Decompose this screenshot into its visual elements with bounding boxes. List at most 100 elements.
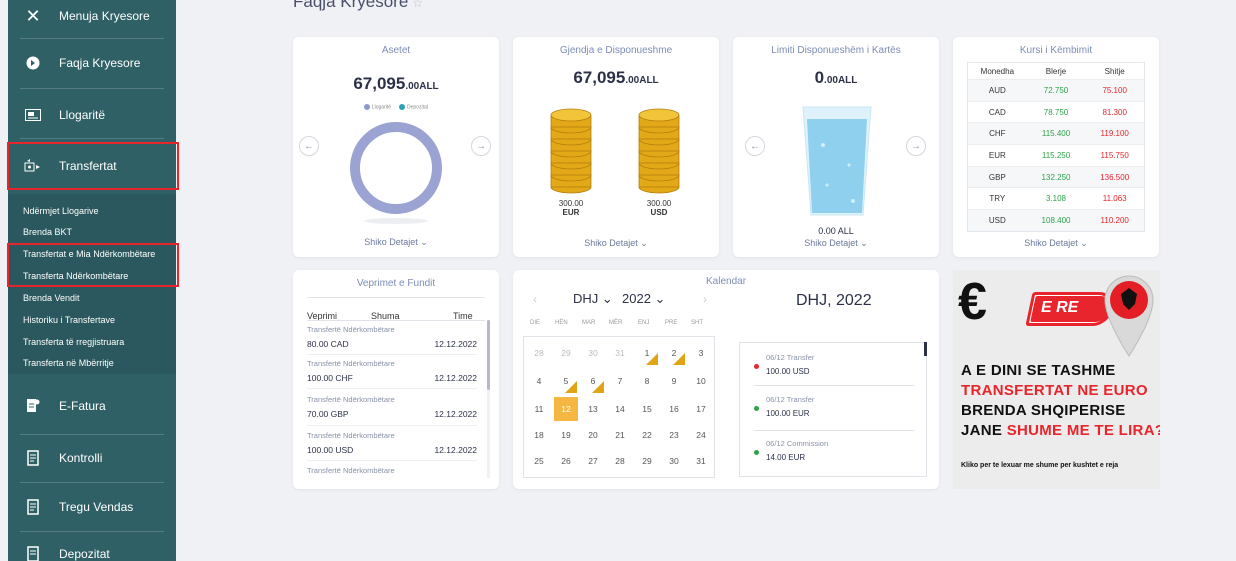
calendar-day[interactable]: 23 [662,423,686,447]
amount-currency: ALL [419,81,439,92]
list-item[interactable]: Transfertë Ndërkombëtare 100.00 CHF 12.12… [307,359,477,383]
calendar-day[interactable]: 29 [635,449,659,473]
submenu-item[interactable]: Brenda Vendit [23,293,80,303]
prev-month-icon[interactable]: ‹ [533,292,537,306]
next-arrow-button[interactable]: → [906,136,926,156]
chevron-down-icon: ⌄ [654,291,666,306]
calendar-day[interactable]: 22 [635,423,659,447]
exchange-rates-card: Kursi i Këmbimit Monedha Blerje Shitje A… [953,37,1159,257]
table-row: CAD 78.750 81.300 [968,100,1144,123]
calendar-day[interactable]: 9 [662,369,686,393]
calendar-day[interactable]: 3 [689,341,713,365]
sidebar-item-label: Kontrolli [59,451,103,465]
tx-amount: 100.00 USD [307,445,354,455]
coin-stack-icon [638,108,680,194]
calendar-day[interactable]: 13 [581,397,605,421]
sidebar-item-home[interactable]: Faqja Kryesore [8,50,176,76]
coin-eur: 300.00 EUR [531,199,611,217]
submenu-item[interactable]: Ndërmjet Llogarive [23,206,99,216]
calendar-day[interactable]: 4 [527,369,551,393]
promo-banner[interactable]: € E RE A E DINI SE TASHME TRANSFERTAT NE… [953,270,1160,489]
month-value: DHJ [573,291,599,306]
calendar-day[interactable]: 31 [608,341,632,365]
calendar-day[interactable]: 15 [635,397,659,421]
list-item[interactable]: Transfertë Ndërkombëtare [307,466,477,475]
calendar-day[interactable]: 14 [608,397,632,421]
submenu-item[interactable]: Transferta të rregjistruara [23,337,124,347]
weekday-label: MËR [609,320,623,326]
legend-label: Llogaritë [371,104,392,111]
calendar-day[interactable]: 30 [662,449,686,473]
list-item[interactable]: 06/12 Commission 14.00 EUR [754,439,914,462]
home-icon [23,56,43,70]
year-select[interactable]: 2022 ⌄ [622,291,665,307]
calendar-day[interactable]: 30 [581,341,605,365]
status-dot [754,364,759,369]
calendar-day[interactable]: 26 [554,449,578,473]
column-header: Shitje [1104,66,1125,76]
star-icon[interactable]: ☆ [412,0,423,10]
calendar-day[interactable]: 24 [689,423,713,447]
calendar-day[interactable]: 18 [527,423,551,447]
sidebar-item-accounts[interactable]: Llogaritë [8,102,176,128]
amount-currency: ALL [639,75,659,86]
calendar-day[interactable]: 17 [689,397,713,421]
highlight-transfers [7,142,179,190]
details-link[interactable]: Shiko Detajet ⌄ [513,238,719,249]
legend-item: Depozitat [399,104,428,110]
table-row: CHF 115.400 119.100 [968,122,1144,145]
submenu-item[interactable]: Transferta në Mbërritje [23,358,114,368]
currency-cell: CHF [989,129,1006,139]
details-link[interactable]: Shiko Detajet ⌄ [293,237,499,248]
details-link[interactable]: Shiko Detajet ⌄ [953,238,1159,249]
scrollbar-thumb[interactable] [924,342,927,356]
sell-cell: 115.750 [1100,150,1129,160]
calendar-day[interactable]: 20 [581,423,605,447]
list-item[interactable]: Transfertë Ndërkombëtare 100.00 USD 12.12… [307,431,477,455]
calendar-day[interactable]: 25 [527,449,551,473]
calendar-day[interactable]: 10 [689,369,713,393]
calendar-day[interactable]: 16 [662,397,686,421]
assets-card: Asetet 67,095.00ALL Llogaritë Depozitat … [293,37,499,257]
close-icon[interactable]: ✕ [23,6,43,27]
calendar-day[interactable]: 28 [527,341,551,365]
month-select[interactable]: DHJ ⌄ [573,291,613,307]
table-row: EUR 115.250 115.750 [968,144,1144,166]
calendar-day[interactable]: 28 [608,449,632,473]
calendar-day[interactable]: 7 [608,369,632,393]
scrollbar-thumb[interactable] [487,320,490,390]
calendar-day[interactable]: 27 [581,449,605,473]
calendar-day[interactable]: 11 [527,397,551,421]
submenu-item[interactable]: Historiku i Transfertave [23,315,115,325]
tx-amount-row: 100.00 USD 12.12.2022 [307,445,477,455]
tx-date: 12.12.2022 [434,339,477,349]
list-item[interactable]: 06/12 Transfer 100.00 USD [754,353,914,376]
sidebar-item-label: Faqja Kryesore [59,56,141,70]
calendar-day[interactable]: 19 [554,423,578,447]
sidebar-item-einvoice[interactable]: E-Fatura [8,393,176,419]
event-marker-icon [565,381,577,393]
sidebar-menu-header[interactable]: ✕ Menuja Kryesore [8,3,176,29]
submenu-item[interactable]: Brenda BKT [23,227,72,237]
sidebar-item-market[interactable]: Tregu Vendas [8,494,176,520]
details-link[interactable]: Shiko Detajet ⌄ [733,238,939,249]
sidebar-item-deposits[interactable]: Depozitat [8,541,176,561]
chevron-down-icon: ⌄ [860,238,868,248]
prev-arrow-button[interactable]: ← [299,136,319,156]
highlight-international-transfers [7,243,179,287]
calendar-day[interactable]: 31 [689,449,713,473]
next-month-icon[interactable]: › [703,292,707,306]
prev-arrow-button[interactable]: ← [745,136,765,156]
list-item[interactable]: Transfertë Ndërkombëtare 70.00 GBP 12.12.… [307,395,477,419]
calendar-day[interactable]: 29 [554,341,578,365]
list-item[interactable]: Transfertë Ndërkombëtare 80.00 CAD 12.12.… [307,325,477,349]
calendar-day[interactable]: 21 [608,423,632,447]
calendar-day-selected[interactable]: 12 [554,397,578,421]
next-arrow-button[interactable]: → [471,136,491,156]
sell-cell: 75.100 [1102,85,1127,95]
ad-footer[interactable]: Kliko per te lexuar me shume per kushtet… [961,462,1118,469]
list-item[interactable]: 06/12 Transfer 100.00 EUR [754,395,914,418]
sidebar-item-control[interactable]: Kontrolli [8,445,176,471]
calendar-day[interactable]: 8 [635,369,659,393]
scrollbar-track[interactable] [487,320,490,478]
